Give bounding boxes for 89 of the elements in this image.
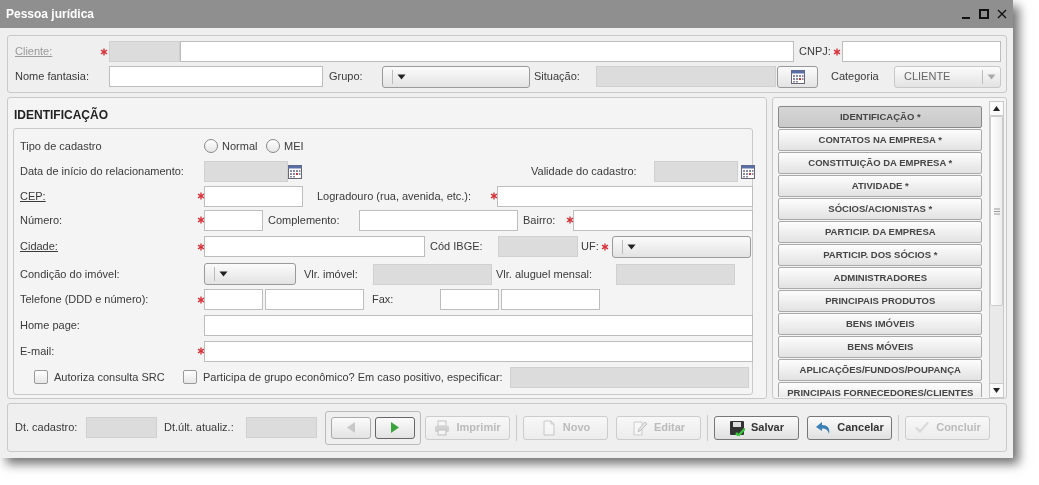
grip-icon — [993, 207, 1000, 215]
field-label: Dt. cadastro: — [15, 420, 78, 436]
section-tab[interactable]: CONSTITUIÇÃO DA EMPRESA * — [778, 152, 983, 174]
scroll-down-icon[interactable] — [993, 388, 1001, 393]
section-tab[interactable]: ATIVIDADE * — [778, 175, 983, 197]
dropdown[interactable] — [204, 263, 296, 285]
calendar-icon — [288, 164, 302, 179]
text-field[interactable] — [359, 209, 518, 231]
field-link[interactable]: CEP: — [20, 187, 46, 205]
text-field[interactable] — [204, 209, 263, 231]
caret-icon — [397, 73, 406, 80]
field-link[interactable]: Cidade: — [20, 238, 58, 255]
next-button[interactable] — [375, 416, 415, 439]
radio-label: Normal — [222, 138, 258, 154]
text-field[interactable] — [573, 209, 753, 231]
section-tab[interactable]: BENS IMÓVEIS — [778, 313, 983, 335]
field-label: Home page: — [20, 317, 80, 333]
field-label: Tipo de cadastro — [20, 138, 102, 154]
field-label: Grupo: — [329, 69, 363, 85]
field-label: Dt.últ. atualiz.: — [164, 420, 234, 436]
right-triangle-icon — [391, 422, 399, 433]
calendar-button[interactable] — [777, 65, 818, 88]
field-label: Bairro: — [523, 212, 556, 228]
checkbox[interactable] — [34, 370, 48, 384]
section-tab[interactable]: PARTICIP. DOS SÓCIOS * — [778, 244, 983, 266]
radio-label: MEI — [284, 138, 304, 154]
field-label: Validade do cadastro: — [531, 164, 637, 180]
scrollbar-thumb[interactable] — [990, 116, 1003, 306]
field-label: CNPJ: — [799, 44, 831, 60]
text-field[interactable] — [497, 185, 753, 207]
field-label: Cód IBGE: — [430, 239, 483, 255]
field-label: Situação: — [534, 69, 580, 85]
text-field[interactable] — [109, 66, 323, 87]
field-label: Condição do imóvel: — [20, 266, 120, 282]
text-field[interactable] — [440, 289, 499, 310]
field-label: UF: — [581, 239, 599, 255]
calendar-icon — [741, 164, 755, 179]
caret-icon — [219, 271, 228, 277]
caret-icon — [987, 73, 996, 80]
action-button[interactable]: Cancelar — [807, 415, 892, 440]
section-tab[interactable]: IDENTIFICAÇÃO * — [778, 106, 983, 128]
section-tab[interactable]: CONTATOS NA EMPRESA * — [778, 129, 983, 151]
window-title: Pessoa jurídica — [6, 6, 95, 23]
section-tab[interactable]: PRINCIPAIS FORNECEDORES/CLIENTES — [778, 382, 983, 397]
checkbox-label: Autoriza consulta SRC — [54, 369, 165, 385]
printer-icon — [434, 419, 451, 436]
section-tab[interactable]: PRINCIPAIS PRODUTOS — [778, 290, 983, 312]
section-tab[interactable]: APLICAÇÕES/FUNDOS/POUPANÇA — [778, 359, 983, 381]
document-icon — [540, 419, 557, 436]
dropdown[interactable] — [612, 235, 751, 258]
text-field[interactable] — [180, 41, 794, 62]
text-field[interactable] — [204, 236, 425, 257]
text-field[interactable] — [501, 289, 600, 310]
left-triangle-icon — [347, 422, 355, 433]
section-tab[interactable]: PARTICIP. DA EMPRESA — [778, 221, 983, 243]
scroll-up-icon[interactable] — [993, 106, 1001, 111]
action-button[interactable]: Salvar — [714, 415, 799, 440]
floppy-check-icon — [729, 419, 745, 436]
section-tab[interactable]: SÓCIOS/ACIONISTAS * — [778, 198, 983, 220]
field-label: Número: — [20, 212, 63, 228]
text-field[interactable] — [204, 340, 753, 362]
field-label: Nome fantasia: — [15, 69, 89, 85]
radio-button[interactable] — [204, 139, 218, 153]
maximize-icon[interactable] — [979, 9, 989, 19]
close-icon[interactable] — [997, 9, 1007, 19]
text-field[interactable] — [842, 41, 1001, 62]
field-label: Telefone (DDD e número): — [20, 292, 149, 308]
caret-icon — [627, 243, 636, 250]
field-label: Categoria — [831, 69, 879, 85]
text-field[interactable] — [204, 185, 303, 207]
field-label: Fax: — [372, 292, 394, 308]
undo-arrow-icon — [815, 419, 832, 436]
text-field[interactable] — [265, 289, 364, 310]
field-label: Complemento: — [268, 212, 340, 228]
section-title: IDENTIFICAÇÃO — [13, 106, 109, 124]
field-label: Data de início do relacionamento: — [20, 164, 184, 180]
dropdown[interactable] — [382, 65, 530, 88]
section-tab[interactable]: BENS MÓVEIS — [778, 336, 983, 358]
calendar-icon — [790, 69, 805, 84]
text-field[interactable] — [204, 289, 263, 310]
field-label: Logradouro (rua, avenida, etc.): — [317, 188, 472, 204]
section-tab[interactable]: ADMINISTRADORES — [778, 267, 983, 289]
pencil-icon — [631, 419, 648, 436]
checkbox-label: Participa de grupo econômico? Em caso positivo, especificar: — [203, 369, 503, 385]
field-label: E-mail: — [20, 343, 55, 359]
field-label: Vlr. aluguel mensal: — [496, 266, 592, 282]
field-label: Vlr. imóvel: — [304, 266, 358, 282]
text-field[interactable] — [204, 314, 753, 336]
radio-button[interactable] — [266, 139, 280, 153]
